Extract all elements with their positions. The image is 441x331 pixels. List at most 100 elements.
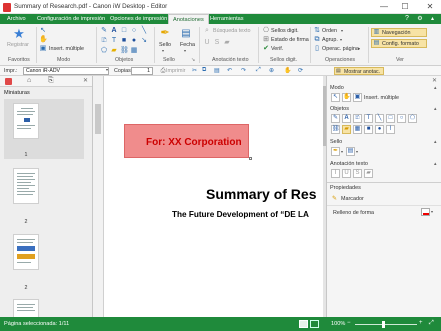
sello-dialog-launcher-icon[interactable]: ↘ <box>191 57 195 63</box>
zoom-slider[interactable] <box>355 321 417 328</box>
group-icon[interactable]: ⧉ <box>313 36 321 44</box>
insert-multiple-button[interactable]: Insert. múltiple <box>49 46 84 52</box>
fit-window-icon[interactable]: ⤢ <box>429 320 434 327</box>
page-thumbnail[interactable] <box>13 234 39 270</box>
filled-ellipse-icon[interactable]: ● <box>130 37 138 45</box>
strikethrough-icon[interactable]: S <box>213 39 221 47</box>
fill-color-picker[interactable] <box>421 208 430 216</box>
zoom-out-icon[interactable]: − <box>347 320 351 326</box>
thumbnails-tab-icon[interactable] <box>5 78 12 85</box>
busqueda-texto-button[interactable]: Búsqueda texto <box>213 28 250 34</box>
close-panel-icon[interactable]: ✕ <box>432 77 437 84</box>
collapse-ribbon-icon[interactable]: ▴ <box>428 15 437 23</box>
highlighter-icon[interactable]: ▰ <box>110 47 118 55</box>
link-icon[interactable]: ⛓ <box>120 47 129 55</box>
collapse-icon[interactable]: ▴ <box>434 85 437 91</box>
polyline-icon[interactable]: ⌇ <box>386 125 395 134</box>
image-icon[interactable]: ▦ <box>353 125 362 134</box>
attachments-tab-icon[interactable]: ⎘ <box>48 77 54 85</box>
hand-icon[interactable]: ✋ <box>342 93 351 102</box>
tab-archivo[interactable]: Archivo <box>3 14 30 24</box>
sello-button[interactable]: Sello <box>159 42 171 48</box>
collapse-icon[interactable]: ▴ <box>434 161 437 167</box>
agrup-button[interactable]: Agrup. <box>322 37 338 43</box>
fecha-dropdown-icon[interactable]: ▾ <box>184 48 186 53</box>
tab-configuracion-impresion[interactable]: Configuración de impresión <box>33 14 109 24</box>
pen-icon[interactable]: ✎ <box>331 114 340 123</box>
copy-icon[interactable]: ⧉ <box>202 67 206 74</box>
tab-opciones-impresion[interactable]: Opciones de impresión <box>106 14 171 24</box>
text-highlight-icon[interactable]: ▰ <box>364 169 373 178</box>
text-search-icon[interactable]: I <box>331 169 340 178</box>
single-page-view-icon[interactable] <box>299 320 308 328</box>
page-thumbnail[interactable] <box>13 168 39 204</box>
strikethrough-icon[interactable]: S <box>353 169 362 178</box>
stamp-dropdown-icon[interactable]: ▾ <box>341 149 343 154</box>
registrar-button[interactable]: Registrar <box>7 42 29 48</box>
undo-icon[interactable]: ↶ <box>227 67 232 74</box>
document-view[interactable]: For: XX Corporation Summary of Res The F… <box>104 76 323 317</box>
stamp-icon[interactable]: ✒ <box>158 27 172 40</box>
redo-icon[interactable]: ↷ <box>241 67 246 74</box>
signature-status-icon[interactable]: ⊞ <box>262 36 270 44</box>
date-dropdown-icon[interactable]: ▾ <box>356 149 358 154</box>
ellipse-icon[interactable]: ○ <box>130 27 138 35</box>
copies-stepper[interactable]: 1 <box>131 67 153 75</box>
filled-rectangle-icon[interactable]: ■ <box>120 37 128 45</box>
cut-icon[interactable]: ✂ <box>192 67 197 74</box>
sellos-digit-button[interactable]: Sellos digit. <box>271 28 299 34</box>
tab-herramientas[interactable]: Herramientas <box>206 14 248 24</box>
polygon-icon[interactable]: ⬠ <box>100 47 108 55</box>
zoom-icon[interactable]: ⊕ <box>269 67 274 74</box>
insert-multiple-label[interactable]: Insert. múltiple <box>364 95 399 101</box>
polygon-icon[interactable]: ⬠ <box>408 114 417 123</box>
sticky-note-icon[interactable]: 🗈 <box>100 37 108 45</box>
close-button[interactable]: ✕ <box>419 0 441 14</box>
maximize-button[interactable]: ☐ <box>396 0 414 14</box>
line-icon[interactable]: ╲ <box>140 27 148 35</box>
printer-dropdown-icon[interactable]: ▾ <box>106 67 108 72</box>
verify-icon[interactable]: ✔ <box>262 45 270 53</box>
calendar-icon[interactable]: ▤ <box>346 147 355 156</box>
text-search-icon[interactable]: ⌕ <box>203 27 211 35</box>
splitter-handle[interactable] <box>95 104 101 134</box>
two-page-view-icon[interactable] <box>310 320 319 328</box>
collapse-icon[interactable]: ▴ <box>434 139 437 145</box>
tab-anotaciones[interactable]: Anotaciones <box>168 14 209 24</box>
filled-ellipse-icon[interactable]: ● <box>375 125 384 134</box>
text-icon[interactable]: A <box>110 27 118 35</box>
sello-dropdown-icon[interactable]: ▾ <box>162 48 164 53</box>
collapse-icon[interactable]: ▴ <box>434 106 437 112</box>
filled-rectangle-icon[interactable]: ■ <box>364 125 373 134</box>
page-operations-icon[interactable]: ▯ <box>313 45 321 53</box>
page-thumbnail[interactable] <box>13 299 39 317</box>
resize-handle[interactable] <box>249 157 252 160</box>
image-icon[interactable]: ▦ <box>130 47 138 55</box>
select-arrow-icon[interactable]: ↖ <box>331 93 340 102</box>
estado-firma-button[interactable]: Estado de firma <box>271 37 309 43</box>
navegacion-toggle[interactable]: ▥ Navegación <box>371 28 427 37</box>
operac-pagina-button[interactable]: Operac. página <box>322 46 359 52</box>
textbox-icon[interactable]: T <box>110 37 118 45</box>
select-arrow-icon[interactable]: ↖ <box>39 27 47 35</box>
fill-dropdown-icon[interactable]: ▾ <box>431 209 433 214</box>
print-button[interactable]: Imprimir <box>166 68 185 74</box>
textbox-icon[interactable]: T <box>364 114 373 123</box>
printer-select[interactable]: Canon iR-ADV <box>23 67 109 75</box>
page-thumbnail[interactable] <box>13 103 39 139</box>
settings-icon[interactable]: ⚙ <box>416 15 424 23</box>
pen-icon[interactable]: ✎ <box>100 27 108 35</box>
config-formato-toggle[interactable]: ▤ Config. formato <box>371 39 427 48</box>
fecha-button[interactable]: Fecha <box>180 42 195 48</box>
show-annotations-toggle[interactable]: ▤ Mostrar anotac. <box>334 67 384 75</box>
panel-splitter[interactable] <box>93 76 104 317</box>
hand-icon[interactable]: ✋ <box>39 36 48 44</box>
orden-button[interactable]: Orden <box>322 28 337 34</box>
calendar-icon[interactable]: ▤ <box>180 27 192 40</box>
hand-tool-icon[interactable]: ✋ <box>284 67 291 74</box>
agrup-dropdown-icon[interactable]: ▾ <box>340 37 342 42</box>
arrow-line-icon[interactable]: ↘ <box>140 37 148 45</box>
highlighter-icon[interactable]: ▰ <box>342 125 351 134</box>
stamp-annotation[interactable]: For: XX Corporation <box>124 124 249 158</box>
bookmark-tab-icon[interactable]: ⌂ <box>27 77 31 84</box>
